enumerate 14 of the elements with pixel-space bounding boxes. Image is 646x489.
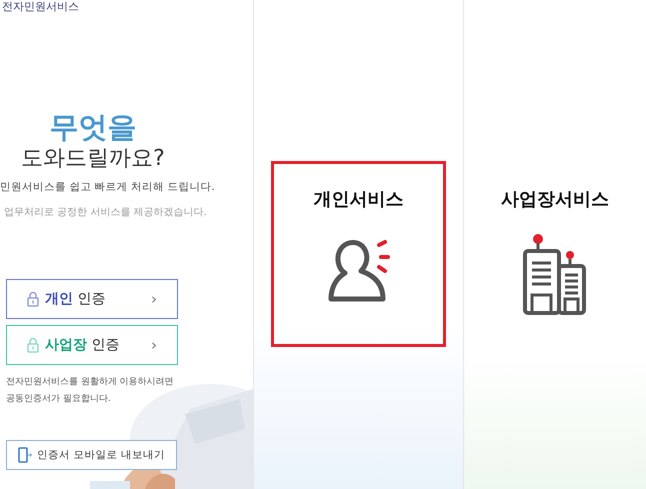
login-button[interactable]: 사업장 인증 ›: [6, 325, 178, 365]
service-card[interactable]: 개인서비스: [271, 161, 446, 347]
site-title: 전자민원서비스: [1, 0, 80, 14]
export-button[interactable]: 인증서 모바일로 내보내기: [6, 440, 177, 470]
notice-text: 전자민원서비스를 원활하게 이용하시려면 공동인증서가 필요합니다.: [6, 376, 175, 406]
service-card[interactable]: 사업장서비스: [468, 161, 642, 347]
intro-text: 업무처리로 공정한 서비스를 제공하겠습니다.: [3, 206, 208, 219]
lock-icon: [27, 291, 39, 307]
lock-icon: [27, 337, 39, 353]
intro-text: 민원서비스를 쉽고 빠르게 처리해 드립니다.: [0, 180, 216, 194]
login-button[interactable]: 개인 인증 ›: [6, 279, 178, 319]
phone-icon: [18, 447, 32, 463]
subheadline: 도와드릴까요?: [21, 145, 165, 173]
headline: 무엇을: [50, 110, 136, 144]
